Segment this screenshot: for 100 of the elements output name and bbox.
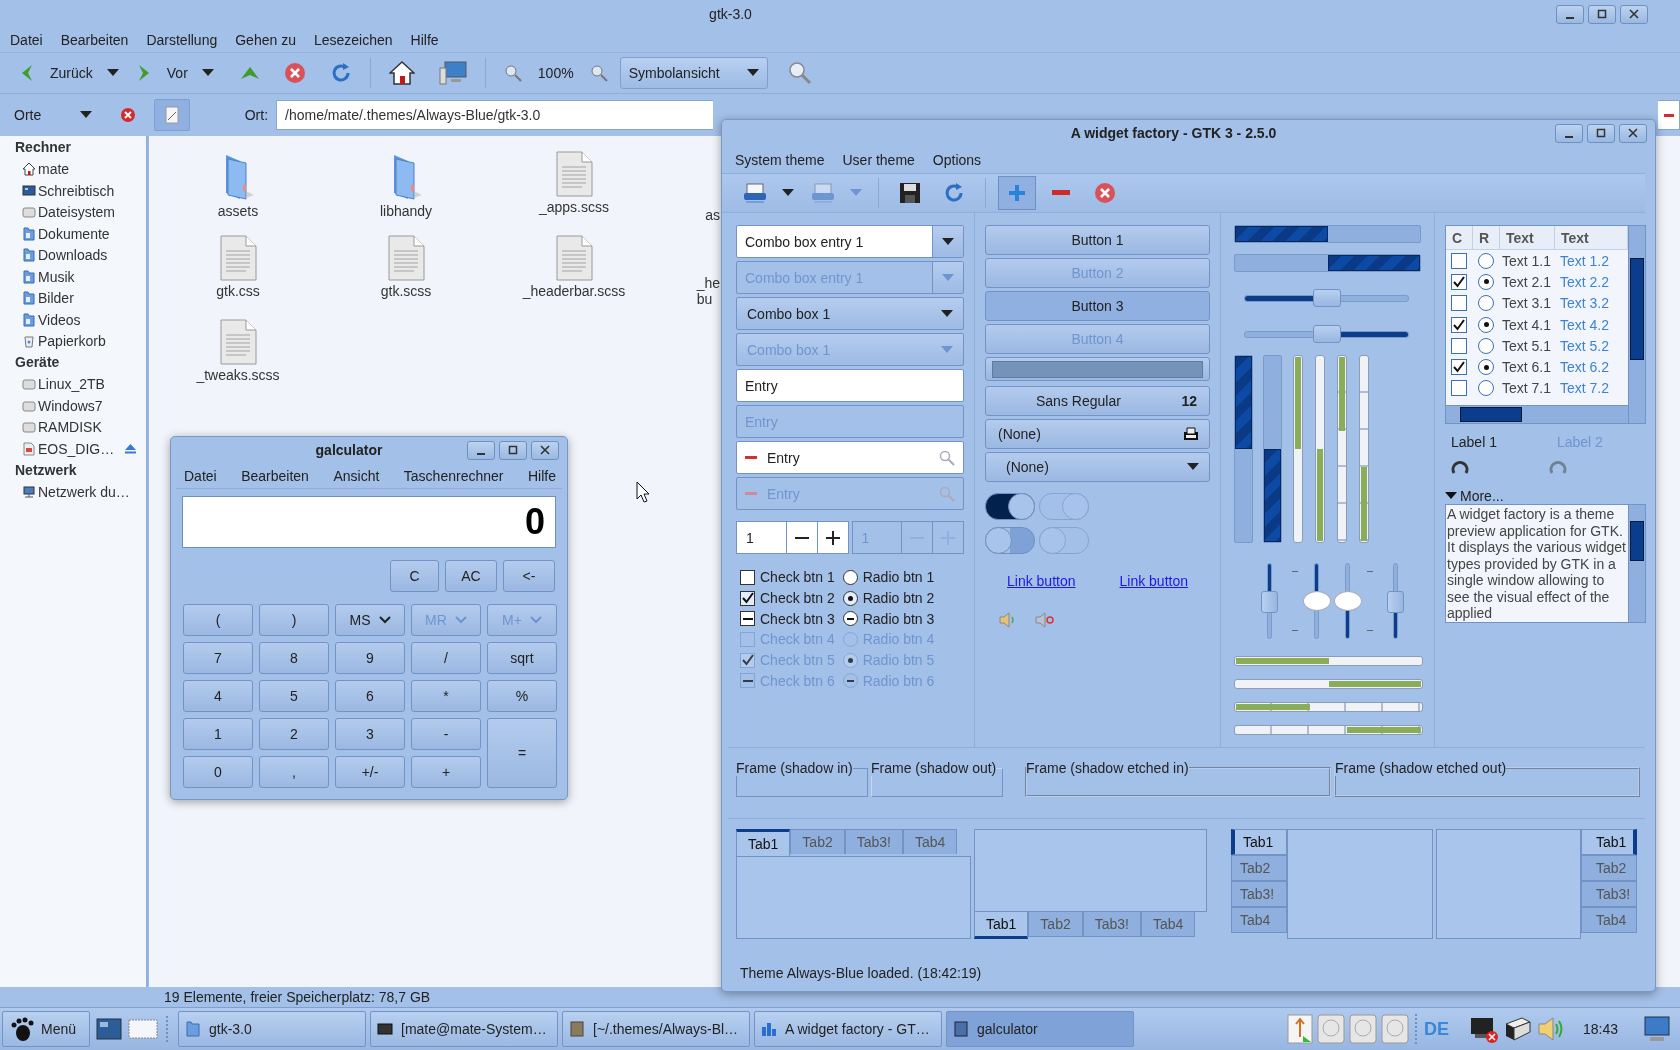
sidebar-item[interactable]: Papierkorb [0,330,146,352]
menu-item[interactable]: Hilfe [401,32,448,48]
slider-handle[interactable] [1302,591,1331,611]
sidebar-item[interactable]: Downloads [0,244,146,266]
calculator-key[interactable]: * [411,680,481,712]
checkbox-label[interactable]: Check btn 3 [760,610,835,627]
back-button[interactable]: Zurück [16,57,103,89]
taskbar-button[interactable]: gtk-3.0 [178,1011,366,1047]
text-field[interactable]: Entry [736,441,964,474]
calculator-key[interactable]: MS [335,604,405,636]
checkbox[interactable] [1451,273,1467,290]
minimize-button[interactable] [1556,4,1584,24]
combo-box-entry[interactable]: Combo box entry 1 [736,225,964,258]
forward-button[interactable]: Vor [132,57,198,89]
file-name[interactable]: _he bu [696,275,720,307]
calculator-key[interactable]: 5 [259,680,329,712]
vertical-scrollbar[interactable] [1628,505,1645,622]
file-name[interactable]: _tweaks.scss [196,367,280,383]
tab[interactable]: Tab1 [736,829,791,856]
radio-button[interactable] [1478,295,1494,312]
sidebar-item[interactable]: RAMDISK [0,416,146,438]
sidebar-item[interactable]: Musik [0,266,146,288]
radio-button[interactable] [842,569,858,585]
places-dropdown[interactable]: Orte [6,100,98,130]
calculator-key[interactable]: 1 [183,718,253,750]
usb-icon[interactable] [1286,1014,1313,1044]
taskbar-button[interactable]: [~/.themes/Always-Bl… [562,1011,750,1047]
maximize-button[interactable] [499,440,527,460]
caret-icon[interactable] [201,69,214,77]
calculator-key[interactable]: 9 [335,642,405,674]
menu-item[interactable]: Datei [180,467,221,484]
calculator-key[interactable]: , [259,756,329,788]
computer-icon[interactable] [438,60,467,86]
vertical-slider[interactable] [1302,563,1331,639]
slider-handle[interactable] [1333,591,1362,611]
taskbar-button[interactable]: galculator [946,1011,1134,1047]
sidebar-item[interactable]: Bilder [0,287,146,309]
calculator-key[interactable]: / [411,642,481,674]
file-name[interactable]: _headerbar.scss [522,283,626,299]
radio-label[interactable]: Radio btn 3 [862,610,935,627]
checkbox[interactable] [740,590,755,606]
monitor-icon[interactable] [1642,1014,1672,1044]
tab[interactable]: Tab1 [974,912,1029,939]
show-desktop-icon[interactable] [96,1017,122,1041]
file-name[interactable]: assets [217,203,259,219]
checkbox[interactable] [1451,316,1467,333]
calculator-key[interactable]: +/- [335,756,405,788]
sidebar-item[interactable]: EOS_DIG… [0,438,146,460]
sidebar-item[interactable]: Linux_2TB [0,373,146,395]
toggle-switch[interactable] [985,527,1035,554]
file-name[interactable]: gtk.scss [380,283,432,299]
menu-item[interactable]: Bearbeiten [237,467,313,484]
menu-item[interactable]: User theme [833,151,924,168]
calculator-key[interactable]: % [487,680,557,712]
sidebar-item[interactable]: Windows7 [0,395,146,417]
volume-button[interactable] [1035,612,1055,628]
vertical-slider[interactable] [1386,563,1404,639]
radio-button[interactable] [1478,273,1494,290]
close-button[interactable] [1620,4,1648,24]
taskbar-button[interactable]: A widget factory - GT… [754,1011,942,1047]
calculator-key[interactable]: 8 [259,642,329,674]
push-button[interactable]: Button 1 [985,225,1210,255]
stop-icon[interactable] [283,62,306,84]
font-button[interactable]: Sans Regular 12 [985,386,1210,416]
column-header[interactable]: Text [1500,226,1555,249]
combo-box[interactable]: Combo box 1 [736,297,964,330]
location-toggle-button[interactable] [153,99,190,131]
file-name[interactable]: _apps.scss [538,199,609,215]
menu-item[interactable]: Lesezeichen [304,32,402,48]
sidebar-item[interactable]: mate [0,158,146,180]
checkbox[interactable] [1451,359,1467,376]
calculator-key[interactable]: <- [503,560,555,592]
file-name[interactable]: gtk.css [216,283,260,299]
tab[interactable]: Tab1 [1581,829,1637,855]
vertical-scrollbar[interactable] [1628,226,1645,423]
calculator-key[interactable]: ) [259,604,329,636]
reload-icon[interactable] [329,62,352,84]
calculator-key[interactable]: 6 [335,680,405,712]
zoom-in-icon[interactable] [589,64,608,82]
radio-label[interactable]: Radio btn 2 [862,590,935,607]
checkbox-label[interactable]: Check btn 2 [760,590,835,607]
minimize-button[interactable] [1555,123,1583,143]
sidebar-item[interactable]: Schreibtisch [0,180,146,202]
color-button[interactable] [985,357,1210,381]
checkbox[interactable] [740,569,755,585]
spin-button[interactable]: 1 [736,521,849,554]
toggle-switch[interactable] [985,493,1035,520]
file-name[interactable]: as [705,207,720,223]
menu-item[interactable]: Darstellung [137,32,227,48]
checkbox[interactable] [740,611,755,627]
push-button[interactable]: Button 3 [985,291,1210,321]
clock[interactable]: 18:43 [1582,1021,1618,1037]
calculator-key[interactable]: AC [445,560,497,592]
radio-button[interactable] [1478,380,1494,397]
menu-button[interactable]: Menü [2,1011,90,1047]
eject-icon[interactable] [125,443,137,454]
text-field[interactable]: Entry [736,369,964,402]
radio-label[interactable]: Radio btn 1 [862,569,935,586]
sidebar-item[interactable]: Dokumente [0,223,146,245]
radio-button[interactable] [1478,316,1494,333]
